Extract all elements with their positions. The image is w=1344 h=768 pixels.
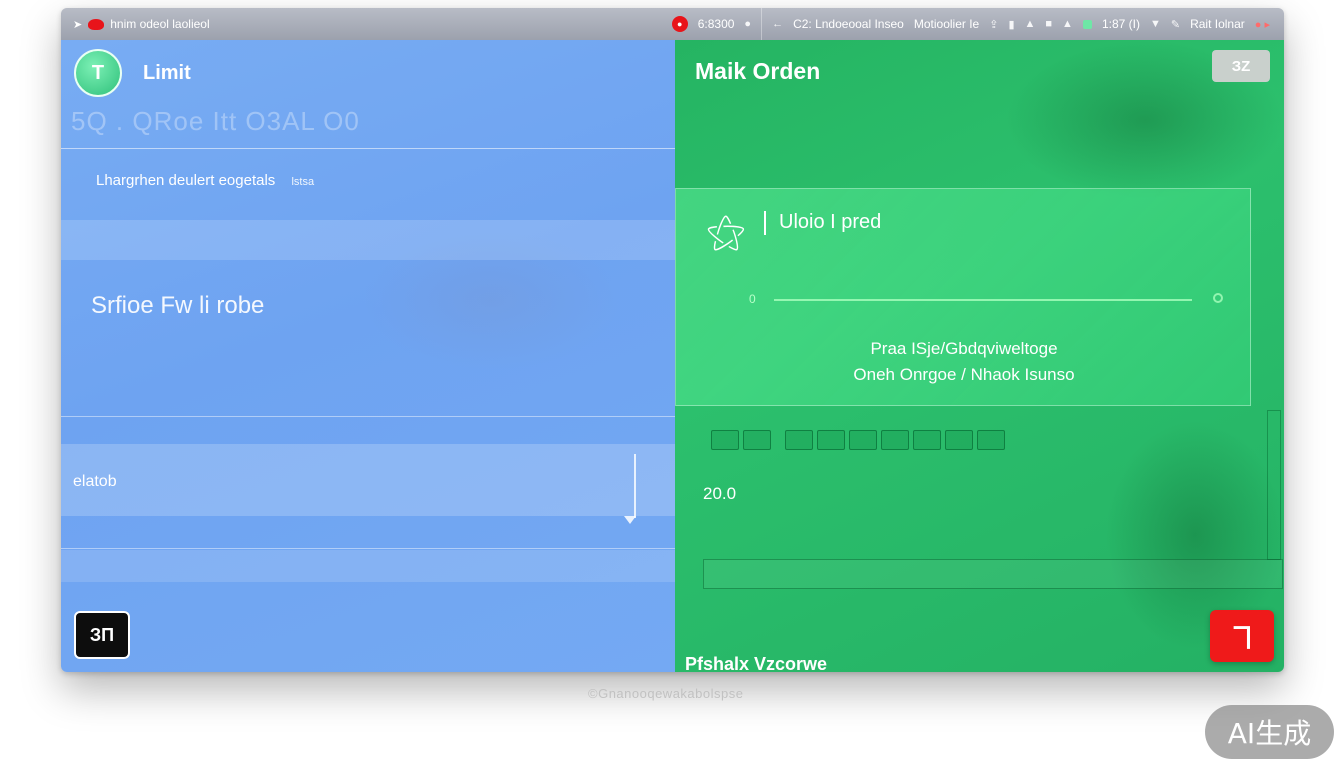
card-description-line: Oneh Onrgoe / Nhaok Isunso (853, 365, 1075, 384)
card-divider (764, 211, 766, 235)
slider-knob[interactable] (624, 516, 636, 524)
caption: ©Gnanooqewakabolspse (588, 686, 744, 701)
toolbar-button[interactable] (743, 430, 771, 450)
share-icon[interactable]: ▲ (1062, 18, 1073, 30)
back-icon[interactable]: ← (772, 18, 783, 30)
edit-icon[interactable]: ✎ (1171, 18, 1180, 31)
dropdown-icon[interactable]: ● (744, 18, 751, 30)
clock: 1:87 (I) (1101, 17, 1140, 31)
right-footer-label: Pfshalx Vzcorwe (685, 654, 828, 672)
field-label: elatob (73, 473, 117, 490)
divider (61, 548, 675, 549)
toolbar-group (785, 430, 1005, 450)
progress-start-label: 0 (749, 292, 756, 306)
toolbar-button[interactable] (817, 430, 845, 450)
menubar-left: ➤ hnim odeol laolieol (61, 17, 210, 31)
online-status-icon (1082, 19, 1092, 29)
progress-end-handle[interactable] (1213, 293, 1223, 303)
toolbar-button[interactable] (849, 430, 877, 450)
battery-icon[interactable]: ▮ (1008, 18, 1014, 31)
input-band[interactable] (61, 444, 675, 516)
red-action-button[interactable]: ヿ (1210, 610, 1274, 662)
left-subtitle: Lhargrhen deulert eogetals lstsa (96, 172, 314, 189)
bell-icon[interactable]: ▲ (1025, 18, 1036, 30)
field-slider-track[interactable] (634, 454, 636, 518)
toolbar-button[interactable] (711, 430, 739, 450)
rec-badge: 6:8300 (697, 17, 735, 31)
card-title: Uloio I pred (779, 211, 882, 233)
value-input-bar[interactable] (703, 559, 1283, 589)
scrollbar[interactable] (1267, 410, 1281, 560)
section-heading: Srfioe Fw li robe (91, 292, 265, 319)
toolbar-button[interactable] (881, 430, 909, 450)
folder-icon[interactable]: ■ (1045, 18, 1052, 30)
app-logo-icon[interactable] (88, 18, 105, 30)
subtitle-text: Lhargrhen deulert eogetals (96, 172, 276, 189)
menubar-right: ● 6:8300 ● ← C2: Lndoeooal Inseo Motiool… (671, 8, 1284, 40)
app-window: ➤ hnim odeol laolieol ● 6:8300 ● ← C2: L… (61, 8, 1284, 672)
value-display: 20.0 (703, 484, 737, 503)
divider (61, 148, 675, 149)
toolbar-button[interactable] (977, 430, 1005, 450)
record-icon[interactable]: ● (671, 16, 688, 32)
ai-watermark: AI生成 (1205, 705, 1334, 759)
close-icon[interactable]: ● ▸ (1255, 18, 1270, 31)
ghost-text-row: 5Q . QRoe Itt O3AL O0 (71, 106, 360, 136)
right-pane-title: Maik Orden (695, 58, 821, 84)
divider (61, 416, 675, 417)
chevron-down-icon[interactable]: ▼ (1150, 18, 1161, 30)
toolbar-button[interactable] (913, 430, 941, 450)
menubar-divider (761, 8, 763, 40)
app-title[interactable]: hnim odeol laolieol (110, 17, 209, 31)
avatar[interactable]: T (74, 49, 122, 97)
status-text[interactable]: C2: Lndoeooal Inseo (793, 17, 904, 31)
menu-item[interactable]: Motioolier Ie (914, 17, 979, 31)
right-label[interactable]: Rait Iolnar (1190, 17, 1245, 31)
pointer-icon[interactable]: ➤ (73, 18, 82, 31)
left-action-button[interactable]: ЗП (74, 611, 130, 659)
right-pane: Maik Orden ЗZ ⚝ Uloio I pred 0 Praa ISje… (675, 40, 1284, 672)
toolbar-button[interactable] (945, 430, 973, 450)
top-menu-bar: ➤ hnim odeol laolieol ● 6:8300 ● ← C2: L… (61, 8, 1284, 40)
card-description-line: Praa ISje/Gbdqviweltoge (870, 339, 1058, 358)
subtitle-tag: lstsa (291, 176, 315, 188)
secondary-band (61, 550, 675, 582)
top-right-button[interactable]: ЗZ (1212, 50, 1270, 82)
toolbar-button[interactable] (785, 430, 813, 450)
progress-track[interactable] (774, 299, 1192, 301)
left-pane: T Limit 5Q . QRoe Itt O3AL O0 Lhargrhen … (61, 40, 675, 672)
order-card: ⚝ Uloio I pred 0 Praa ISje/Gbdqviweltoge… (675, 188, 1251, 406)
left-pane-title: Limit (143, 62, 191, 84)
mascot-icon: ⚝ (706, 210, 746, 254)
wifi-icon[interactable]: ⇪ (989, 18, 998, 31)
toolbar (711, 430, 1005, 450)
highlight-band (61, 220, 675, 260)
toolbar-group (711, 430, 771, 450)
